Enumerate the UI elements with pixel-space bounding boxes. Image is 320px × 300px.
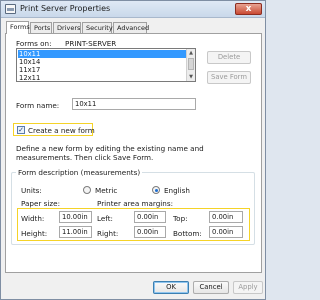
left-margin-label: Left: (97, 214, 113, 223)
tab-drivers[interactable]: Drivers (53, 22, 81, 33)
top-margin-label: Top: (173, 214, 188, 223)
width-label: Width: (21, 214, 45, 223)
print-server-properties-window: Print Server Properties x Forms Ports Dr… (0, 0, 266, 300)
tab-security[interactable]: Security (82, 22, 113, 33)
height-label: Height: (21, 229, 48, 238)
bottom-margin-label: Bottom: (173, 229, 202, 238)
description-line-1: Define a new form by editing the existin… (16, 144, 204, 153)
delete-button[interactable]: Delete (207, 51, 251, 64)
apply-button[interactable]: Apply (233, 281, 263, 294)
paper-size-label: Paper size: (21, 199, 60, 208)
form-name-input[interactable]: 10x11 (72, 98, 196, 110)
width-input[interactable]: 10.00in (59, 211, 92, 223)
list-item[interactable]: 10x14 (18, 58, 186, 66)
right-margin-label: Right: (97, 229, 119, 238)
english-radio[interactable] (152, 186, 160, 194)
scroll-up-icon[interactable]: ▲ (187, 49, 195, 57)
top-margin-input[interactable]: 0.00in (209, 211, 243, 223)
window-title: Print Server Properties (20, 4, 111, 13)
printer-icon (5, 4, 16, 14)
left-margin-input[interactable]: 0.00in (134, 211, 166, 223)
list-scrollbar[interactable]: ▲ ▼ (186, 49, 195, 81)
create-new-form-label: Create a new form (28, 126, 95, 135)
units-label: Units: (21, 186, 42, 195)
create-new-form-checkbox[interactable]: ✓ (17, 126, 25, 134)
tab-advanced[interactable]: Advanced (113, 22, 149, 33)
scroll-thumb[interactable] (188, 58, 194, 70)
bottom-margin-input[interactable]: 0.00in (209, 226, 243, 238)
english-label: English (164, 186, 190, 195)
title-bar: Print Server Properties x (1, 1, 265, 18)
close-icon: x (245, 4, 252, 14)
metric-radio[interactable] (83, 186, 91, 194)
ok-button[interactable]: OK (153, 281, 189, 294)
tab-forms[interactable]: Forms (6, 21, 30, 34)
right-margin-input[interactable]: 0.00in (134, 226, 166, 238)
height-input[interactable]: 11.00in (59, 226, 92, 238)
scroll-down-icon[interactable]: ▼ (187, 73, 195, 81)
server-name: PRINT-SERVER (65, 39, 117, 48)
forms-listbox[interactable]: 10x11 10x14 11x17 12x11 ▲ ▼ (16, 48, 196, 82)
list-item[interactable]: 10x11 (18, 50, 186, 58)
list-item[interactable]: 12x11 (18, 74, 186, 81)
list-item[interactable]: 11x17 (18, 66, 186, 74)
save-form-button[interactable]: Save Form (207, 71, 251, 84)
close-button[interactable]: x (235, 3, 262, 15)
description-line-2: measurements. Then click Save Form. (16, 153, 154, 162)
printer-margins-label: Printer area margins: (97, 199, 174, 208)
form-description-title: Form description (measurements) (16, 168, 143, 177)
metric-label: Metric (95, 186, 118, 195)
form-name-label: Form name: (16, 101, 60, 110)
tab-ports[interactable]: Ports (30, 22, 52, 33)
cancel-button[interactable]: Cancel (193, 281, 229, 294)
forms-on-label: Forms on: (16, 39, 52, 48)
